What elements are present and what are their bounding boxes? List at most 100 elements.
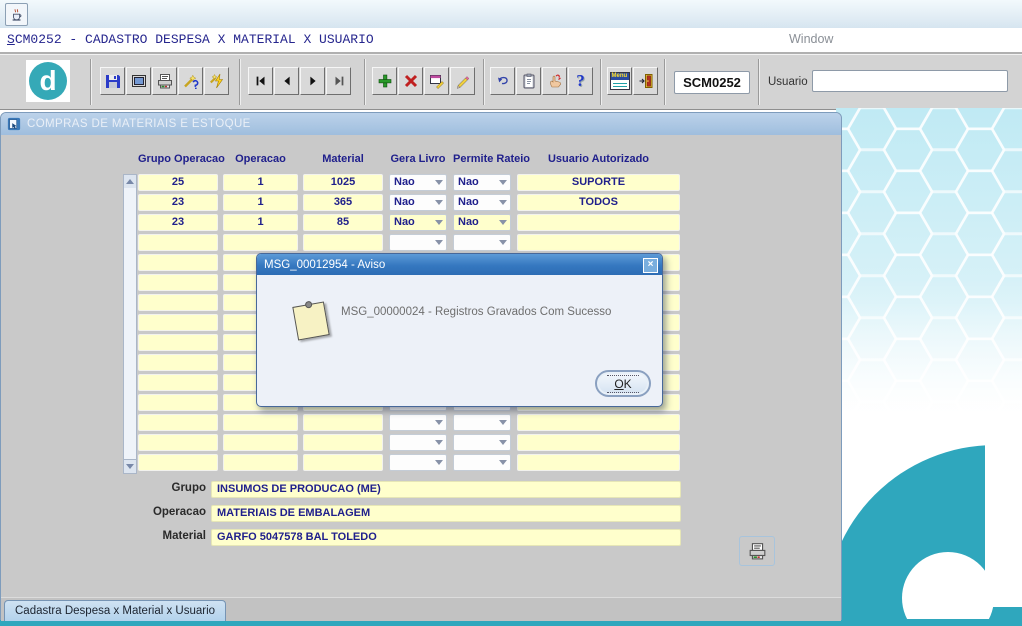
cell-grupo-operacao[interactable] (138, 454, 218, 471)
operacao-field[interactable]: MATERIAIS DE EMBALAGEM (211, 505, 681, 522)
cell-grupo-operacao[interactable]: 25 (138, 174, 218, 191)
cell-grupo-operacao[interactable]: 23 (138, 194, 218, 211)
cell-usuario-autorizado[interactable] (517, 434, 680, 451)
menu-button[interactable]: Menu (607, 67, 632, 95)
cell-grupo-operacao[interactable] (138, 354, 218, 371)
cell-material[interactable]: 365 (303, 194, 383, 211)
cell-usuario-autorizado[interactable]: SUPORTE (517, 174, 680, 191)
toolbar-separator (600, 59, 602, 105)
dropdown-permite-rateio[interactable]: Nao (453, 174, 511, 191)
scrollbar-thumb[interactable] (124, 188, 136, 461)
dropdown-gera-livro[interactable]: Nao (389, 194, 447, 211)
menu-item-window[interactable]: Window (789, 28, 833, 51)
usuario-input[interactable] (812, 70, 1008, 92)
grid-header-permite-rateio: Permite Rateio (453, 153, 511, 165)
dropdown-permite-rateio[interactable]: Nao (453, 194, 511, 211)
dropdown-gera-livro[interactable] (389, 454, 447, 471)
menu-icon-label: Menu (611, 73, 629, 80)
scroll-down-button[interactable] (124, 459, 136, 473)
form-window-titlebar[interactable]: COMPRAS DE MATERIAIS E ESTOQUE (1, 113, 841, 135)
cell-grupo-operacao[interactable] (138, 414, 218, 431)
grid-scrollbar[interactable] (123, 174, 137, 474)
grid-row (138, 234, 680, 254)
cell-operacao[interactable] (223, 414, 298, 431)
dropdown-permite-rateio[interactable] (453, 434, 511, 451)
cell-usuario-autorizado[interactable] (517, 454, 680, 471)
clipboard-button[interactable] (516, 67, 541, 95)
cell-usuario-autorizado[interactable] (517, 214, 680, 231)
dropdown-gera-livro[interactable] (389, 434, 447, 451)
grid-row (138, 414, 680, 434)
cell-material[interactable] (303, 454, 383, 471)
tab-cadastra-despesa[interactable]: Cadastra Despesa x Material x Usuario (4, 600, 226, 621)
cell-operacao[interactable]: 1 (223, 174, 298, 191)
delete-record-button[interactable] (398, 67, 423, 95)
clear-record-button[interactable] (450, 67, 475, 95)
cell-material[interactable] (303, 234, 383, 251)
cell-grupo-operacao[interactable] (138, 254, 218, 271)
clear-display-button[interactable] (126, 67, 151, 95)
cell-material[interactable]: 85 (303, 214, 383, 231)
first-record-button[interactable] (248, 67, 273, 95)
dialog-close-button[interactable]: × (643, 258, 658, 273)
cell-operacao[interactable] (223, 234, 298, 251)
cell-material[interactable]: 1025 (303, 174, 383, 191)
enter-query-button[interactable] (178, 67, 203, 95)
cell-grupo-operacao[interactable] (138, 294, 218, 311)
program-code-field[interactable]: SCM0252 (674, 71, 750, 94)
cell-grupo-operacao[interactable]: 23 (138, 214, 218, 231)
insert-record-button[interactable] (372, 67, 397, 95)
dropdown-permite-rateio[interactable]: Nao (453, 214, 511, 231)
cancel-query-button[interactable] (542, 67, 567, 95)
execute-query-button[interactable] (204, 67, 229, 95)
cell-grupo-operacao[interactable] (138, 234, 218, 251)
material-field[interactable]: GARFO 5047578 BAL TOLEDO (211, 529, 681, 546)
menu-item-program[interactable]: SCM0252 - CADASTRO DESPESA X MATERIAL X … (7, 28, 374, 51)
toolbar: d ? Menu SCM0252 (0, 54, 1022, 110)
cell-grupo-operacao[interactable] (138, 274, 218, 291)
previous-record-button[interactable] (274, 67, 299, 95)
menu-bar: SCM0252 - CADASTRO DESPESA X MATERIAL X … (0, 28, 1022, 54)
cell-operacao[interactable]: 1 (223, 194, 298, 211)
help-button[interactable]: ? (568, 67, 593, 95)
grid-header-grupo-operacao: Grupo Operacao (138, 153, 218, 165)
grid-row: 23 1 365 Nao Nao TODOS (138, 194, 680, 214)
cell-operacao[interactable]: 1 (223, 214, 298, 231)
save-button[interactable] (100, 67, 125, 95)
edit-record-button[interactable] (424, 67, 449, 95)
help-icon: ? (576, 71, 585, 91)
cell-operacao[interactable] (223, 434, 298, 451)
dropdown-gera-livro[interactable]: Nao (389, 174, 447, 191)
cell-usuario-autorizado[interactable] (517, 234, 680, 251)
dialog-titlebar[interactable]: MSG_00012954 - Aviso (257, 254, 662, 275)
grid-row (138, 454, 680, 474)
cell-grupo-operacao[interactable] (138, 394, 218, 411)
print-button[interactable] (152, 67, 177, 95)
dropdown-gera-livro[interactable] (389, 414, 447, 431)
menu-title-text: CM0252 - CADASTRO DESPESA X MATERIAL X U… (15, 32, 374, 47)
cell-usuario-autorizado[interactable]: TODOS (517, 194, 680, 211)
exit-button[interactable] (633, 67, 658, 95)
cell-grupo-operacao[interactable] (138, 434, 218, 451)
cell-material[interactable] (303, 414, 383, 431)
grupo-field[interactable]: INSUMOS DE PRODUCAO (ME) (211, 481, 681, 498)
undo-button[interactable] (490, 67, 515, 95)
grupo-label: Grupo (101, 482, 206, 494)
cell-operacao[interactable] (223, 454, 298, 471)
dropdown-permite-rateio[interactable] (453, 414, 511, 431)
cell-material[interactable] (303, 434, 383, 451)
ok-button[interactable]: OK (595, 370, 651, 397)
dropdown-permite-rateio[interactable] (453, 454, 511, 471)
cell-grupo-operacao[interactable] (138, 374, 218, 391)
last-record-button[interactable] (326, 67, 351, 95)
cell-grupo-operacao[interactable] (138, 334, 218, 351)
cell-usuario-autorizado[interactable] (517, 414, 680, 431)
window-document-icon (7, 117, 21, 131)
dropdown-gera-livro[interactable]: Nao (389, 214, 447, 231)
cell-grupo-operacao[interactable] (138, 314, 218, 331)
scroll-up-button[interactable] (124, 175, 136, 189)
report-print-button[interactable] (739, 536, 775, 566)
next-record-button[interactable] (300, 67, 325, 95)
dropdown-gera-livro[interactable] (389, 234, 447, 251)
dropdown-permite-rateio[interactable] (453, 234, 511, 251)
